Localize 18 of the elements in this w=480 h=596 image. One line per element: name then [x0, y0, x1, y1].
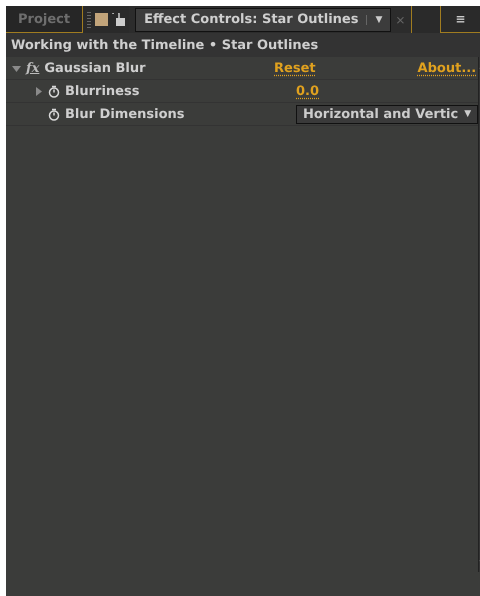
stopwatch-icon[interactable] — [48, 108, 60, 120]
about-link[interactable]: About... — [418, 60, 476, 76]
color-swatch-icon[interactable] — [95, 13, 108, 26]
panel-tab[interactable]: Project — [6, 6, 84, 33]
property-name: Blur Dimensions — [65, 106, 185, 122]
collapse-triangle-icon[interactable] — [34, 86, 43, 96]
breadcrumb: Working with the Timeline • Star Outlines — [11, 38, 318, 52]
dropdown[interactable]: Horizontal and Vertic ▼ — [296, 104, 478, 124]
reset-link[interactable]: Reset — [274, 60, 316, 76]
panel-menu-icon[interactable]: ≡ — [455, 12, 466, 26]
fx-icon: fx — [26, 60, 40, 76]
value-field[interactable]: 0.0 — [296, 84, 320, 98]
panel-tab[interactable]: Effect Controls: Star Outlines ▼ — [135, 8, 392, 32]
expand-triangle-icon[interactable] — [12, 64, 21, 72]
stopwatch-icon[interactable] — [48, 84, 60, 98]
lock-icon[interactable] — [112, 12, 126, 26]
effect-name: Gaussian Blur — [44, 60, 146, 76]
property-name: Blurriness — [65, 84, 140, 98]
